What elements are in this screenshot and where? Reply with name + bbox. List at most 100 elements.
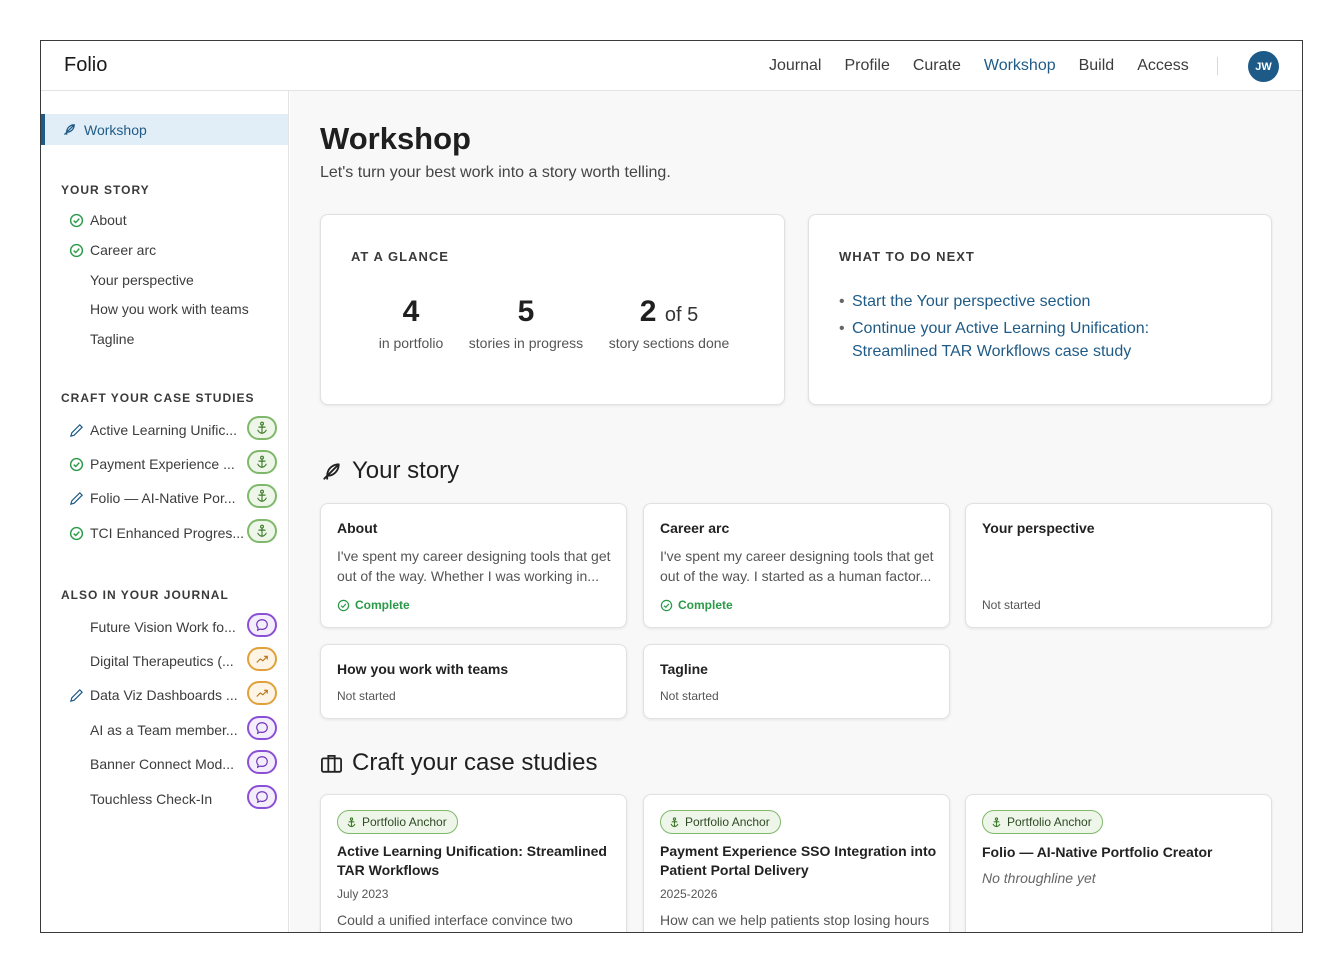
story-card-career-arc[interactable]: Career arc I've spent my career designin… xyxy=(643,503,950,628)
main-nav: Journal Profile Curate Workshop Build Ac… xyxy=(769,57,1212,75)
page-title: Workshop xyxy=(320,121,471,156)
briefcase-icon xyxy=(321,754,342,773)
trend-up-icon[interactable] xyxy=(247,681,277,705)
brand-logo[interactable]: Folio xyxy=(64,54,107,77)
stat-caption: stories in progress xyxy=(468,335,584,351)
story-card-title: Your perspective xyxy=(982,520,1095,536)
sidebar-item-label: Career arc xyxy=(90,242,157,258)
anchor-icon xyxy=(347,816,356,827)
sidebar-item-case-study[interactable]: Folio — AI-Native Por... xyxy=(69,484,279,509)
sidebar-item-label: Touchless Check-In xyxy=(90,791,213,807)
story-card-title: About xyxy=(337,520,378,536)
sidebar-item-label: Digital Therapeutics (... xyxy=(90,653,234,669)
sidebar-item-label: TCI Enhanced Progres... xyxy=(90,525,245,541)
sidebar-item-journal[interactable]: Touchless Check-In xyxy=(69,785,279,810)
sidebar-item-journal[interactable]: AI as a Team member... xyxy=(69,716,279,741)
pencil-icon xyxy=(69,687,90,703)
case-studies-heading: Craft your case studies xyxy=(320,749,597,777)
sidebar-item-tagline[interactable]: Tagline xyxy=(69,328,279,350)
case-study-card[interactable]: Portfolio Anchor Payment Experience SSO … xyxy=(643,794,950,932)
stat-suffix: of 5 xyxy=(664,304,699,326)
sidebar-item-journal[interactable]: Data Viz Dashboards ... xyxy=(69,681,279,706)
your-story-heading: Your story xyxy=(320,457,459,485)
sidebar-item-label: Banner Connect Mod... xyxy=(90,756,234,772)
status-badge: Not started xyxy=(660,689,719,703)
anchor-icon xyxy=(670,816,679,827)
anchor-icon[interactable] xyxy=(247,450,277,474)
status-badge: Not started xyxy=(982,598,1041,612)
case-study-card[interactable]: Portfolio Anchor Folio — AI-Native Portf… xyxy=(965,794,1272,932)
portfolio-anchor-badge: Portfolio Anchor xyxy=(660,810,781,834)
nav-workshop[interactable]: Workshop xyxy=(984,57,1056,75)
status-badge: Complete xyxy=(337,598,410,612)
sidebar-item-about[interactable]: About xyxy=(69,209,279,231)
stat-caption: story sections done xyxy=(608,335,730,351)
main-content: Workshop Let's turn your best work into … xyxy=(290,91,1302,932)
story-card-tagline[interactable]: Tagline Not started xyxy=(643,644,950,719)
sidebar-item-case-study[interactable]: Payment Experience ... xyxy=(69,450,279,475)
speech-bubble-icon[interactable] xyxy=(247,785,277,809)
page-subtitle: Let's turn your best work into a story w… xyxy=(320,164,671,181)
sidebar-item-label: Data Viz Dashboards ... xyxy=(90,687,238,703)
case-study-title: Payment Experience SSO Integration into … xyxy=(660,843,937,878)
feather-icon xyxy=(323,462,340,480)
sidebar-heading-case-studies: CRAFT YOUR CASE STUDIES xyxy=(61,391,255,405)
sidebar-item-journal[interactable]: Digital Therapeutics (... xyxy=(69,647,279,672)
trend-up-icon[interactable] xyxy=(247,647,277,671)
check-circle-icon xyxy=(337,599,350,611)
nav-build[interactable]: Build xyxy=(1079,57,1115,75)
nav-journal[interactable]: Journal xyxy=(769,57,821,75)
next-step-link[interactable]: • Continue your Active Learning Unificati… xyxy=(839,317,1169,363)
story-card-title: How you work with teams xyxy=(337,661,509,677)
sidebar-item-label: Future Vision Work fo... xyxy=(90,619,236,635)
next-steps-list: • Start the Your perspective section • Con… xyxy=(839,290,1169,367)
check-circle-icon xyxy=(660,599,673,611)
case-study-date: July 2023 xyxy=(337,887,389,901)
case-study-empty-note: No throughline yet xyxy=(982,870,1096,886)
story-card-how-you-work[interactable]: How you work with teams Not started xyxy=(320,644,627,719)
sidebar: Workshop YOUR STORY About Career arc You… xyxy=(41,91,289,932)
nav-profile[interactable]: Profile xyxy=(844,57,889,75)
anchor-icon[interactable] xyxy=(247,519,277,543)
pencil-icon xyxy=(69,490,90,506)
sidebar-item-label: Tagline xyxy=(90,331,135,347)
story-card-your-perspective[interactable]: Your perspective Not started xyxy=(965,503,1272,628)
sidebar-item-journal[interactable]: Banner Connect Mod... xyxy=(69,750,279,775)
story-card-excerpt: I've spent my career designing tools tha… xyxy=(660,548,934,584)
user-avatar[interactable]: JW xyxy=(1248,51,1279,82)
sidebar-item-label: Payment Experience ... xyxy=(90,456,235,472)
sidebar-heading-your-story: YOUR STORY xyxy=(61,183,150,197)
speech-bubble-icon[interactable] xyxy=(247,716,277,740)
stat-sections: 2 of 5 story sections done xyxy=(604,295,734,351)
next-step-link[interactable]: • Start the Your perspective section xyxy=(839,290,1169,313)
sidebar-item-your-perspective[interactable]: Your perspective xyxy=(69,269,279,291)
anchor-icon[interactable] xyxy=(247,484,277,508)
speech-bubble-icon[interactable] xyxy=(247,750,277,774)
sidebar-item-career-arc[interactable]: Career arc xyxy=(69,239,279,261)
case-study-card[interactable]: Portfolio Anchor Active Learning Unifica… xyxy=(320,794,627,932)
sidebar-item-workshop[interactable]: Workshop xyxy=(41,114,288,145)
sidebar-item-label: Your perspective xyxy=(90,272,194,288)
stat-portfolio: 4 in portfolio xyxy=(361,295,461,351)
speech-bubble-icon[interactable] xyxy=(247,613,277,637)
sidebar-item-label: Workshop xyxy=(84,121,147,138)
sidebar-item-case-study[interactable]: TCI Enhanced Progres... xyxy=(69,519,279,544)
card-label: WHAT TO DO NEXT xyxy=(839,249,975,264)
nav-access[interactable]: Access xyxy=(1137,57,1189,75)
sidebar-item-journal[interactable]: Future Vision Work fo... xyxy=(69,613,279,638)
case-study-title: Active Learning Unification: Streamlined… xyxy=(337,843,607,878)
story-card-title: Career arc xyxy=(660,520,730,536)
sidebar-item-how-you-work[interactable]: How you work with teams xyxy=(69,298,279,320)
nav-curate[interactable]: Curate xyxy=(913,57,961,75)
check-circle-icon xyxy=(69,525,90,541)
portfolio-anchor-badge: Portfolio Anchor xyxy=(982,810,1103,834)
stat-value: 5 xyxy=(517,295,535,328)
sidebar-item-case-study[interactable]: Active Learning Unific... xyxy=(69,416,279,441)
portfolio-anchor-badge: Portfolio Anchor xyxy=(337,810,458,834)
case-study-title: Folio — AI-Native Portfolio Creator xyxy=(982,844,1213,860)
story-card-about[interactable]: About I've spent my career designing too… xyxy=(320,503,627,628)
top-bar: Folio Journal Profile Curate Workshop Bu… xyxy=(41,41,1302,91)
status-badge: Complete xyxy=(660,598,733,612)
stat-value: 2 of 5 xyxy=(639,295,699,328)
anchor-icon[interactable] xyxy=(247,416,277,440)
